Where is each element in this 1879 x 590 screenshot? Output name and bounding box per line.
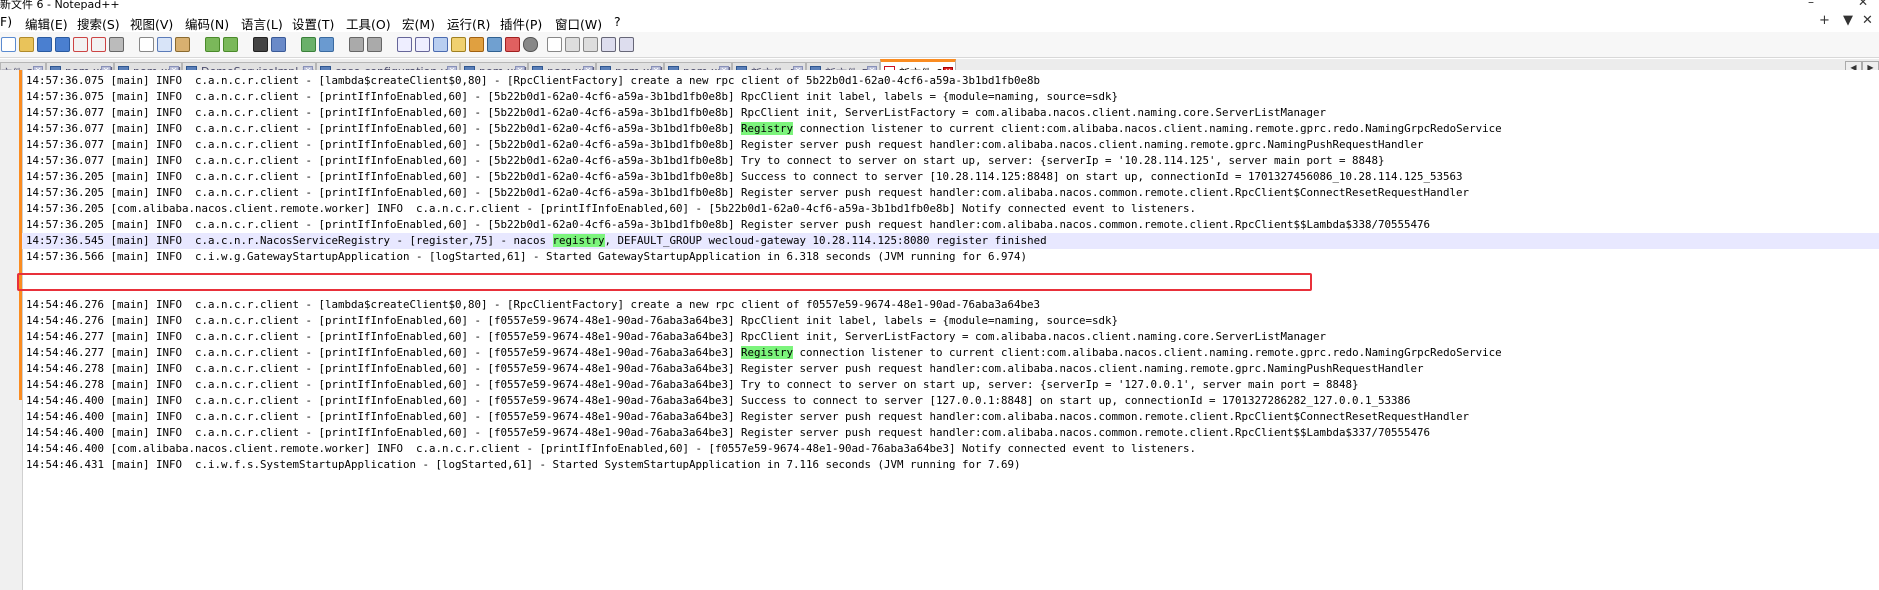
record-macro-icon[interactable] [547, 37, 562, 52]
log-line: 14:57:36.077 [main] INFO c.a.n.c.r.clien… [26, 121, 1502, 137]
sync-v-icon[interactable] [349, 37, 364, 52]
menu-bar: F) 编辑(E) 搜索(S) 视图(V) 编码(N) 语言(L) 设置(T) 工… [0, 12, 1879, 32]
log-line: 14:57:36.205 [com.alibaba.nacos.client.r… [26, 202, 1197, 215]
print-icon[interactable] [109, 37, 124, 52]
menu-tools[interactable]: 工具(O) [346, 14, 391, 33]
log-line: 14:57:36.205 [main] INFO c.a.n.c.r.clien… [26, 170, 1463, 183]
menu-window[interactable]: 窗口(W) [555, 14, 602, 33]
sync-h-icon[interactable] [367, 37, 382, 52]
open-icon[interactable] [19, 37, 34, 52]
log-line: 14:57:36.077 [main] INFO c.a.n.c.r.clien… [26, 138, 1424, 151]
stop-record-icon[interactable] [565, 37, 580, 52]
minimize-button[interactable]: – [1808, 0, 1814, 9]
menu-search[interactable]: 搜索(S) [77, 14, 120, 33]
log-line: 14:54:46.431 [main] INFO c.i.w.f.s.Syste… [26, 458, 1021, 471]
log-line: 14:54:46.400 [com.alibaba.nacos.client.r… [26, 442, 1197, 455]
log-line: 14:54:46.276 [main] INFO c.a.n.c.r.clien… [26, 314, 1119, 327]
log-line: 14:54:46.400 [main] INFO c.a.n.c.r.clien… [26, 394, 1411, 407]
new-tab-button[interactable]: + [1819, 13, 1830, 28]
word-wrap-icon[interactable] [397, 37, 412, 52]
run-macro-multiple-icon[interactable] [601, 37, 616, 52]
monitor-icon[interactable] [523, 37, 538, 52]
log-text: , DEFAULT_GROUP wecloud-gateway 10.28.11… [604, 234, 1047, 247]
log-text: 14:54:46.277 [main] INFO c.a.n.c.r.clien… [26, 346, 742, 359]
menu-help[interactable]: ? [614, 14, 621, 29]
log-line: 14:54:46.277 [main] INFO c.a.n.c.r.clien… [26, 345, 1502, 361]
udl-icon[interactable] [451, 37, 466, 52]
title-bar: 新文件 6 - Notepad++ – ✕ [0, 0, 1879, 12]
log-text: 14:57:36.077 [main] INFO c.a.n.c.r.clien… [26, 122, 742, 135]
log-line: 14:57:36.205 [main] INFO c.a.n.c.r.clien… [26, 186, 1470, 199]
log-line: 14:54:46.400 [main] INFO c.a.n.c.r.clien… [26, 410, 1470, 423]
menu-edit[interactable]: 编辑(E) [25, 14, 68, 33]
log-text: connection listener to current client:co… [793, 122, 1502, 135]
menu-language[interactable]: 语言(L) [241, 14, 283, 33]
log-line: 14:54:46.277 [main] INFO c.a.n.c.r.clien… [26, 330, 1327, 343]
new-file-icon[interactable] [1, 37, 16, 52]
menu-plugins[interactable]: 插件(P) [500, 14, 542, 33]
replace-icon[interactable] [271, 37, 286, 52]
tab-list-button[interactable]: ▼ [1843, 13, 1853, 28]
zoom-out-icon[interactable] [319, 37, 334, 52]
redo-icon[interactable] [223, 37, 238, 52]
menu-run[interactable]: 运行(R) [447, 14, 490, 33]
log-line: 14:57:36.075 [main] INFO c.a.n.c.r.clien… [26, 74, 1041, 87]
close-icon[interactable] [73, 37, 88, 52]
menu-file[interactable]: F) [0, 14, 12, 29]
find-icon[interactable] [253, 37, 268, 52]
menu-settings[interactable]: 设置(T) [292, 14, 334, 33]
indent-guide-icon[interactable] [433, 37, 448, 52]
log-line: 14:57:36.566 [main] INFO c.i.w.g.Gateway… [26, 250, 1028, 263]
menu-encoding[interactable]: 编码(N) [185, 14, 229, 33]
close-window-button[interactable]: ✕ [1858, 0, 1868, 9]
save-all-icon[interactable] [55, 37, 70, 52]
search-match-highlight: registry [552, 234, 605, 247]
close-all-icon[interactable] [91, 37, 106, 52]
log-line: 14:54:46.278 [main] INFO c.a.n.c.r.clien… [26, 362, 1424, 375]
cut-icon[interactable] [139, 37, 154, 52]
save-macro-icon[interactable] [619, 37, 634, 52]
log-line: 14:57:36.075 [main] INFO c.a.n.c.r.clien… [26, 90, 1119, 103]
folder-workspace-icon[interactable] [505, 37, 520, 52]
search-match-highlight: Registry [741, 122, 794, 135]
save-icon[interactable] [37, 37, 52, 52]
menu-view[interactable]: 视图(V) [130, 14, 173, 33]
log-line: 14:57:36.077 [main] INFO c.a.n.c.r.clien… [26, 106, 1327, 119]
log-text: 14:57:36.545 [main] INFO c.a.c.n.r.Nacos… [26, 234, 553, 247]
log-line: 14:57:36.545 [main] INFO c.a.c.n.r.Nacos… [26, 233, 1047, 249]
log-line: 14:57:36.077 [main] INFO c.a.n.c.r.clien… [26, 154, 1385, 167]
play-macro-icon[interactable] [583, 37, 598, 52]
log-line: 14:54:46.278 [main] INFO c.a.n.c.r.clien… [26, 378, 1359, 391]
function-list-icon[interactable] [487, 37, 502, 52]
search-match-highlight: Registry [741, 346, 794, 359]
doc-map-icon[interactable] [469, 37, 484, 52]
window-title: 新文件 6 - Notepad++ [0, 0, 120, 11]
close-doc-button[interactable]: ✕ [1862, 13, 1873, 28]
toolbar [0, 32, 1879, 58]
annotation-red-box [17, 273, 1312, 291]
paste-icon[interactable] [175, 37, 190, 52]
editor-area[interactable]: 14:57:36.075 [main] INFO c.a.n.c.r.clien… [0, 70, 1879, 590]
show-all-chars-icon[interactable] [415, 37, 430, 52]
log-text: connection listener to current client:co… [793, 346, 1502, 359]
menu-macro[interactable]: 宏(M) [402, 14, 435, 33]
copy-icon[interactable] [157, 37, 172, 52]
undo-icon[interactable] [205, 37, 220, 52]
zoom-in-icon[interactable] [301, 37, 316, 52]
log-line: 14:57:36.205 [main] INFO c.a.n.c.r.clien… [26, 218, 1431, 231]
log-line: 14:54:46.276 [main] INFO c.a.n.c.r.clien… [26, 298, 1041, 311]
log-line: 14:54:46.400 [main] INFO c.a.n.c.r.clien… [26, 426, 1431, 439]
